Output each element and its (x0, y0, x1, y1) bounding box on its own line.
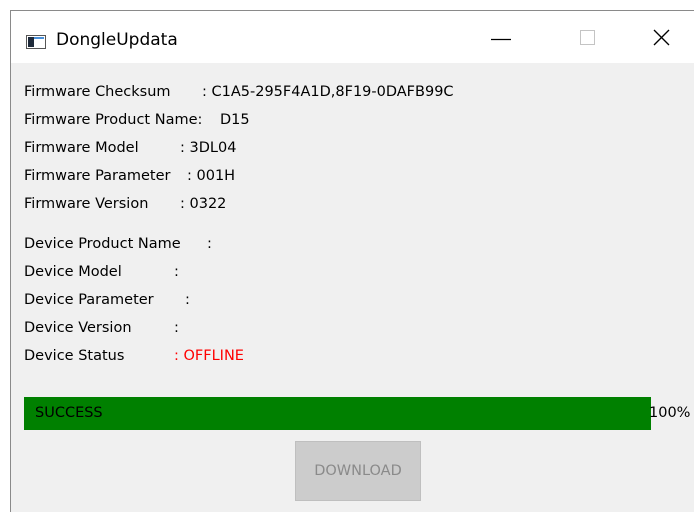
firmware-parameter-label: Firmware Parameter (24, 168, 171, 184)
device-version-label: Device Version (24, 320, 132, 336)
update-progress-bar: SUCCESS (24, 397, 651, 430)
close-icon (653, 29, 670, 46)
firmware-parameter-value: : 001H (187, 168, 236, 184)
device-model-value: : (174, 264, 179, 280)
firmware-version-label: Firmware Version (24, 196, 149, 212)
maximize-icon (580, 30, 595, 45)
firmware-checksum-value: : C1A5-295F4A1D,8F19-0DAFB99C (202, 84, 454, 100)
firmware-model-value: : 3DL04 (180, 140, 237, 156)
device-parameter-label: Device Parameter (24, 292, 154, 308)
minimize-button[interactable] (478, 11, 524, 63)
firmware-model-label: Firmware Model (24, 140, 139, 156)
device-status-label: Device Status (24, 348, 125, 364)
progress-fill (24, 397, 651, 430)
device-product-name-label: Device Product Name (24, 236, 181, 252)
device-parameter-value: : (185, 292, 190, 308)
close-button[interactable] (638, 11, 684, 63)
firmware-version-value: : 0322 (180, 196, 227, 212)
minimize-icon (491, 38, 511, 41)
device-version-value: : (174, 320, 179, 336)
firmware-product-name-label: Firmware Product Name: (24, 112, 203, 128)
device-product-name-value: : (207, 236, 212, 252)
dongle-update-window: DongleUpdata Firmware Checksum : C1A5-29… (10, 10, 694, 512)
firmware-checksum-label: Firmware Checksum (24, 84, 171, 100)
title-bar[interactable]: DongleUpdata (11, 11, 694, 63)
download-button[interactable]: DOWNLOAD (295, 441, 421, 501)
app-window-icon (26, 34, 46, 49)
progress-status-text: SUCCESS (35, 405, 103, 421)
device-status-value: : OFFLINE (174, 348, 244, 364)
firmware-product-name-value: D15 (220, 112, 250, 128)
device-model-label: Device Model (24, 264, 122, 280)
maximize-button[interactable] (564, 11, 610, 63)
progress-percent: 100% (649, 405, 691, 421)
window-title: DongleUpdata (56, 30, 178, 50)
